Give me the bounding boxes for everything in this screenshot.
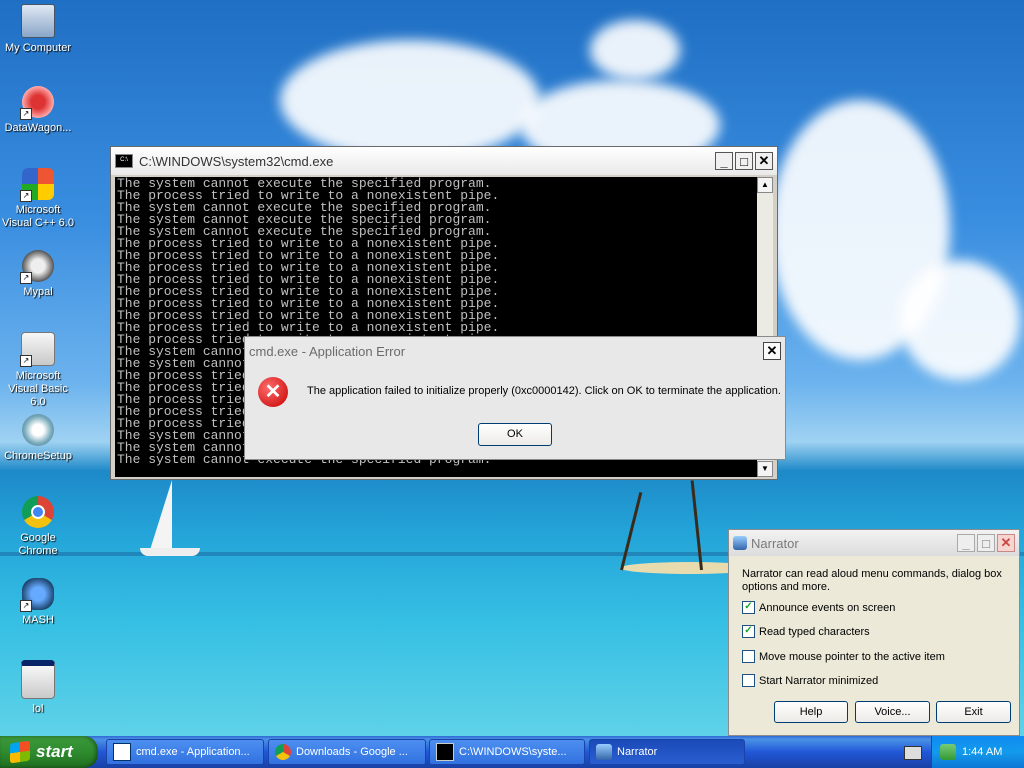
chrome-icon [22, 496, 54, 528]
taskbar-item-label: C:\WINDOWS\syste... [459, 746, 567, 758]
scroll-down-arrow-icon[interactable]: ▼ [757, 461, 773, 477]
desktop-icon-label: Mypal [23, 286, 53, 298]
narrator-icon [733, 536, 747, 550]
narrator-window: Narrator _ □ ✕ Narrator can read aloud m… [728, 529, 1020, 736]
taskbar: start cmd.exe - Application... Downloads… [0, 736, 1024, 768]
help-button[interactable]: Help [774, 701, 848, 723]
option-announce-events[interactable]: ✓ Announce events on screen [742, 601, 895, 614]
cloud-decoration [590, 20, 680, 80]
cmd-icon: C:\ [115, 154, 133, 168]
error-icon: ✕ [258, 377, 288, 407]
desktop-icon-chromesetup[interactable]: ChromeSetup [0, 414, 76, 463]
desktop-icon-mypal[interactable]: ↗ Mypal [0, 250, 76, 299]
option-move-mouse-pointer[interactable]: Move mouse pointer to the active item [742, 650, 945, 663]
checkbox-read-typed-characters[interactable]: ✓ [742, 625, 755, 638]
shortcut-arrow-icon: ↗ [20, 272, 32, 284]
narrator-titlebar[interactable]: Narrator _ □ ✕ [729, 530, 1019, 556]
error-dialog-titlebar[interactable]: cmd.exe - Application Error ✕ [245, 337, 785, 365]
start-label: start [36, 742, 73, 761]
network-icon[interactable] [940, 744, 956, 760]
exit-button[interactable]: Exit [936, 701, 1011, 723]
voice-button[interactable]: Voice... [855, 701, 930, 723]
checkbox-start-minimized[interactable] [742, 674, 755, 687]
clock[interactable]: 1:44 AM [962, 746, 1002, 758]
cmd-icon [436, 743, 454, 761]
desktop-icon-label: Google Chrome [18, 532, 58, 557]
shortcut-arrow-icon: ↗ [20, 355, 32, 367]
start-button[interactable]: start [0, 736, 98, 768]
close-button[interactable]: ✕ [997, 534, 1015, 552]
datawagon-icon: ↗ [20, 86, 54, 120]
taskbar-item-narrator[interactable]: Narrator [589, 739, 745, 765]
taskbar-item-downloads[interactable]: Downloads - Google ... [268, 739, 426, 765]
minimize-button[interactable]: _ [957, 534, 975, 552]
desktop-icon-label: DataWagon... [4, 122, 72, 134]
desktop-icon-datawagon[interactable]: ↗ DataWagon... [0, 86, 76, 135]
palm-decoration [690, 480, 703, 571]
minimize-button[interactable]: _ [715, 152, 733, 170]
desktop-icon-label: ChromeSetup [4, 450, 72, 462]
desktop-icon-label: MASH [22, 614, 54, 626]
error-message: The application failed to initialize pro… [307, 385, 781, 397]
desktop-icon-visual-cpp[interactable]: ↗ Microsoft Visual C++ 6.0 [0, 168, 76, 230]
application-error-dialog: cmd.exe - Application Error ✕ ✕ The appl… [244, 336, 786, 460]
option-label: Move mouse pointer to the active item [759, 650, 945, 663]
palm-decoration [620, 492, 643, 571]
option-read-typed-characters[interactable]: ✓ Read typed characters [742, 625, 870, 638]
scroll-up-arrow-icon[interactable]: ▲ [757, 177, 773, 193]
close-button[interactable]: ✕ [763, 342, 781, 360]
desktop-icon-lol[interactable]: lol [0, 660, 76, 716]
option-label: Start Narrator minimized [759, 674, 879, 687]
windows-logo-icon [10, 740, 30, 764]
narrator-icon [596, 744, 612, 760]
system-tray: 1:44 AM [931, 736, 1024, 768]
app-icon [21, 660, 55, 699]
option-label: Announce events on screen [759, 601, 896, 614]
close-button[interactable]: ✕ [755, 152, 773, 170]
error-dialog-title: cmd.exe - Application Error [249, 343, 406, 359]
checkbox-move-mouse-pointer[interactable] [742, 650, 755, 663]
narrator-title: Narrator [751, 535, 799, 551]
keyboard-icon[interactable] [904, 746, 922, 760]
desktop-icon-label: lol [32, 703, 44, 715]
cmd-title: C:\WINDOWS\system32\cmd.exe [139, 153, 334, 169]
option-label: Read typed characters [759, 625, 870, 638]
taskbar-item-cmd-error[interactable]: cmd.exe - Application... [106, 739, 264, 765]
sailboat-decoration [150, 480, 172, 550]
taskbar-item-label: cmd.exe - Application... [136, 746, 250, 758]
mash-icon: ↗ [20, 578, 54, 612]
desktop-icon-visual-basic[interactable]: ↗ Microsoft Visual Basic 6.0 [0, 332, 76, 409]
visual-cpp-icon: ↗ [20, 168, 54, 202]
desktop-icon-mash[interactable]: ↗ MASH [0, 578, 76, 627]
checkbox-announce-events[interactable]: ✓ [742, 601, 755, 614]
shortcut-arrow-icon: ↗ [20, 190, 32, 202]
desktop: My Computer ↗ DataWagon... ↗ Microsoft V… [0, 0, 1024, 736]
mypal-icon: ↗ [20, 250, 54, 284]
taskbar-item-label: Downloads - Google ... [296, 746, 408, 758]
maximize-button[interactable]: □ [735, 152, 753, 170]
taskbar-item-label: Narrator [617, 746, 658, 758]
chrome-icon [275, 744, 291, 760]
option-start-minimized[interactable]: Start Narrator minimized [742, 674, 878, 687]
shortcut-arrow-icon: ↗ [20, 108, 32, 120]
desktop-icon-google-chrome[interactable]: Google Chrome [0, 496, 76, 558]
setup-icon [22, 414, 54, 446]
app-window-icon [113, 743, 131, 761]
maximize-button[interactable]: □ [977, 534, 995, 552]
narrator-description: Narrator can read aloud menu commands, d… [742, 568, 1002, 593]
cloud-decoration [900, 260, 1020, 380]
sailboat-hull-decoration [140, 548, 200, 556]
cloud-decoration [280, 40, 540, 160]
ok-button[interactable]: OK [478, 423, 552, 446]
desktop-icon-label: Microsoft Visual Basic 6.0 [8, 370, 68, 408]
desktop-icon-label: Microsoft Visual C++ 6.0 [2, 204, 74, 229]
cmd-titlebar[interactable]: C:\ C:\WINDOWS\system32\cmd.exe _ □ ✕ [111, 147, 777, 175]
shortcut-arrow-icon: ↗ [20, 600, 32, 612]
desktop-icon-label: My Computer [4, 42, 72, 54]
computer-icon [21, 4, 55, 38]
taskbar-item-cmd[interactable]: C:\WINDOWS\syste... [429, 739, 585, 765]
visual-basic-icon: ↗ [20, 332, 55, 367]
desktop-icon-my-computer[interactable]: My Computer [0, 4, 76, 55]
